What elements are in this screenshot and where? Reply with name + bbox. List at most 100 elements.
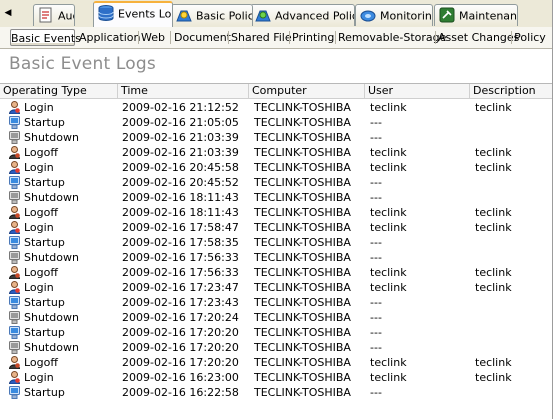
cell-time: 2009-02-16 18:11:43 [122,191,239,204]
cell-computer: TECLINK-TOSHIBA [254,266,351,279]
subtab-basic-events[interactable]: Basic Events [10,29,81,46]
column-header-operating-type[interactable]: Operating Type [0,84,118,98]
table-row[interactable]: Login 2009-02-16 21:12:52 TECLINK-TOSHIBA t… [0,100,553,115]
cell-operating-type: Startup [24,296,65,309]
table-row[interactable]: Logoff 2009-02-16 18:11:43 TECLINK-TOSHIBA… [0,205,553,220]
cell-user: teclink [370,161,407,174]
cell-description [475,250,553,265]
column-header-time[interactable]: Time [118,84,249,98]
cell-computer: TECLINK-TOSHIBA [254,341,351,354]
column-header-computer[interactable]: Computer [249,84,365,98]
tab-basic-policy[interactable]: Basic Policy [171,4,253,26]
cell-time: 2009-02-16 17:58:47 [122,221,239,234]
table-row[interactable]: Logoff 2009-02-16 21:03:39 TECLINK-TOSHIBA… [0,145,553,160]
table-row[interactable]: Startup 2009-02-16 17:58:35 TECLINK-TOSHIB… [0,235,553,250]
table-row[interactable]: Logoff 2009-02-16 17:56:33 TECLINK-TOSHIBA… [0,265,553,280]
cell-computer: TECLINK-TOSHIBA [254,191,351,204]
tab-advanced-policy[interactable]: Advanced Policy [250,4,355,26]
cell-computer: TECLINK-TOSHIBA [254,311,351,324]
cell-computer: TECLINK-TOSHIBA [254,251,351,264]
cell-operating-type: Startup [24,116,65,129]
table-row[interactable]: Startup 2009-02-16 17:23:43 TECLINK-TOSHIB… [0,295,553,310]
subtab-application[interactable]: Application [79,29,140,46]
cell-user: --- [370,176,382,189]
table-row[interactable]: Login 2009-02-16 17:23:47 TECLINK-TOSHIBA t… [0,280,553,295]
tab-events-log[interactable]: Events Log [93,1,173,27]
cell-user: teclink [370,356,407,369]
subtab-divider [170,31,171,44]
subtab-policy[interactable]: Policy [514,29,546,46]
login-icon [8,221,21,235]
cell-description [475,115,553,130]
monitoring-icon [359,6,377,24]
cell-computer: TECLINK-TOSHIBA [254,146,351,159]
tab-maintenance[interactable]: Maintenance [434,4,518,26]
cell-user: --- [370,191,382,204]
cell-user: --- [370,131,382,144]
cell-computer: TECLINK-TOSHIBA [254,101,351,114]
cell-time: 2009-02-16 17:20:24 [122,311,239,324]
subtab-web[interactable]: Web [141,29,165,46]
cell-description [475,235,553,250]
cell-time: 2009-02-16 21:03:39 [122,131,239,144]
startup-icon [9,176,20,189]
subtab-removable-storage[interactable]: Removable-Storage [338,29,446,46]
table-row[interactable]: Shutdown 2009-02-16 17:20:20 TECLINK-TOSHI… [0,340,553,355]
cell-operating-type: Login [24,221,54,234]
table-row[interactable]: Login 2009-02-16 20:45:58 TECLINK-TOSHIBA t… [0,160,553,175]
cell-time: 2009-02-16 18:11:43 [122,206,239,219]
tab-advanced-policy-label: Advanced Policy [275,9,354,23]
table-row[interactable]: Shutdown 2009-02-16 17:20:24 TECLINK-TOSHI… [0,310,553,325]
scroll-left-arrow-icon[interactable]: ◀ [1,6,15,20]
startup-icon [9,326,20,339]
table-row[interactable]: Logoff 2009-02-16 17:20:20 TECLINK-TOSHIBA… [0,355,553,370]
cell-computer: TECLINK-TOSHIBA [254,296,351,309]
tab-audit[interactable]: Audit [33,4,75,26]
cell-description [475,385,553,400]
table-row[interactable]: Startup 2009-02-16 20:45:52 TECLINK-TOSHIB… [0,175,553,190]
table-row[interactable]: Login 2009-02-16 17:58:47 TECLINK-TOSHIBA t… [0,220,553,235]
table-row[interactable]: Startup 2009-02-16 16:22:58 TECLINK-TOSHIB… [0,385,553,400]
cell-user: teclink [370,221,407,234]
tab-audit-label: Audit [58,9,74,23]
subtab-shared-file[interactable]: Shared File [231,29,292,46]
shutdown-icon [9,191,20,204]
cell-description: teclink [475,221,512,234]
cell-time: 2009-02-16 20:45:58 [122,161,239,174]
table-header: Operating Type Time Computer User Descri… [0,84,553,99]
table-row[interactable]: Login 2009-02-16 16:23:00 TECLINK-TOSHIBA t… [0,370,553,385]
cell-description [475,175,553,190]
cell-computer: TECLINK-TOSHIBA [254,386,351,399]
maintenance-icon [438,6,456,24]
cell-description [475,130,553,145]
subtab-document[interactable]: Document [174,29,231,46]
table-row[interactable]: Startup 2009-02-16 21:05:05 TECLINK-TOSHIB… [0,115,553,130]
cell-operating-type: Login [24,161,54,174]
page-title: Basic Event Logs [9,54,156,74]
logoff-icon [8,146,21,160]
cell-description [475,325,553,340]
cell-user: teclink [370,206,407,219]
cell-operating-type: Logoff [24,266,58,279]
table-row[interactable]: Startup 2009-02-16 17:20:20 TECLINK-TOSHIB… [0,325,553,340]
cell-user: teclink [370,101,407,114]
subtab-asset-changes[interactable]: Asset Changes [438,29,519,46]
tab-monitoring[interactable]: Monitoring [355,4,433,26]
cell-computer: TECLINK-TOSHIBA [254,131,351,144]
table-row[interactable]: Shutdown 2009-02-16 17:56:33 TECLINK-TOSHI… [0,250,553,265]
cell-operating-type: Shutdown [24,191,79,204]
cell-time: 2009-02-16 17:20:20 [122,356,239,369]
startup-icon [9,296,20,309]
cell-time: 2009-02-16 17:23:47 [122,281,239,294]
cell-user: --- [370,311,382,324]
column-header-description[interactable]: Description [470,84,553,98]
cell-time: 2009-02-16 21:12:52 [122,101,239,114]
table-row[interactable]: Shutdown 2009-02-16 21:03:39 TECLINK-TOSHI… [0,130,553,145]
cell-user: --- [370,341,382,354]
table-row[interactable]: Shutdown 2009-02-16 18:11:43 TECLINK-TOSHI… [0,190,553,205]
column-header-user[interactable]: User [365,84,470,98]
login-icon [8,371,21,385]
subtab-printing[interactable]: Printing [292,29,334,46]
tab-monitoring-label: Monitoring [380,9,433,23]
cell-description: teclink [475,266,512,279]
